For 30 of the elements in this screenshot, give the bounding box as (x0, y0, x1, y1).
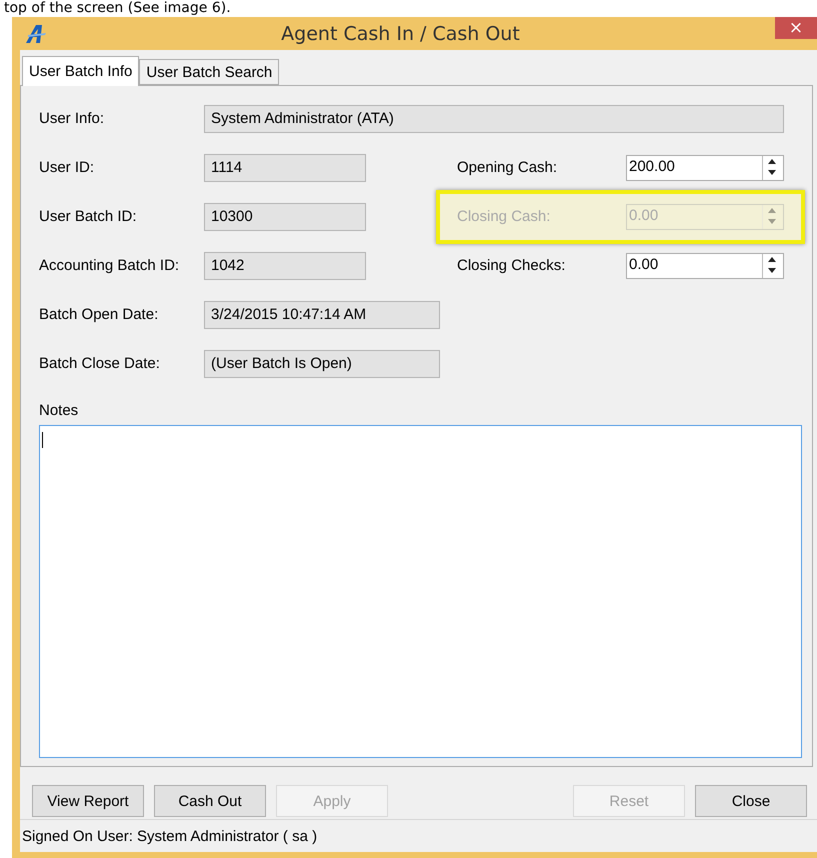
field-label: User ID: (39, 159, 96, 176)
action-button[interactable]: Close (695, 785, 807, 817)
readonly-field[interactable]: 3/24/2015 10:47:14 AM (204, 300, 440, 328)
field-label: Batch Open Date: (39, 306, 160, 323)
status-text: Signed On User: System Administrator ( sa ) (21, 827, 318, 847)
field-label: Opening Cash: (457, 159, 558, 176)
notes-label: Notes (39, 402, 80, 419)
action-button[interactable]: View Report (32, 785, 144, 817)
readonly-field[interactable]: 1042 (204, 252, 366, 280)
field-label: Closing Cash: (457, 208, 552, 225)
close-button[interactable]: × (775, 17, 817, 39)
logo-icon (26, 24, 46, 42)
field-label: Accounting Batch ID: (39, 257, 180, 274)
text-cursor (42, 432, 43, 448)
field-label: User Batch ID: (39, 208, 138, 225)
caption-text: top of the screen (See image 6). (3, 0, 232, 17)
readonly-field[interactable]: 1114 (204, 154, 366, 182)
field-label: User Info: (39, 110, 106, 127)
tab[interactable]: User Batch Search (139, 59, 280, 85)
field-label: Closing Checks: (457, 257, 566, 274)
tab[interactable]: User Batch Info (22, 56, 140, 86)
readonly-field[interactable]: (User Batch Is Open) (204, 350, 440, 378)
spinner-field[interactable]: 200.00 (626, 154, 784, 180)
notes-field[interactable] (39, 425, 802, 758)
field-label: Batch Close Date: (39, 355, 161, 372)
window-title: Agent Cash In / Cash Out (280, 22, 521, 44)
readonly-field[interactable]: 10300 (204, 202, 366, 230)
spinner-field[interactable]: 0.00 (626, 252, 784, 278)
readonly-field[interactable]: System Administrator (ATA) (204, 104, 784, 132)
action-button[interactable]: Cash Out (154, 785, 266, 817)
